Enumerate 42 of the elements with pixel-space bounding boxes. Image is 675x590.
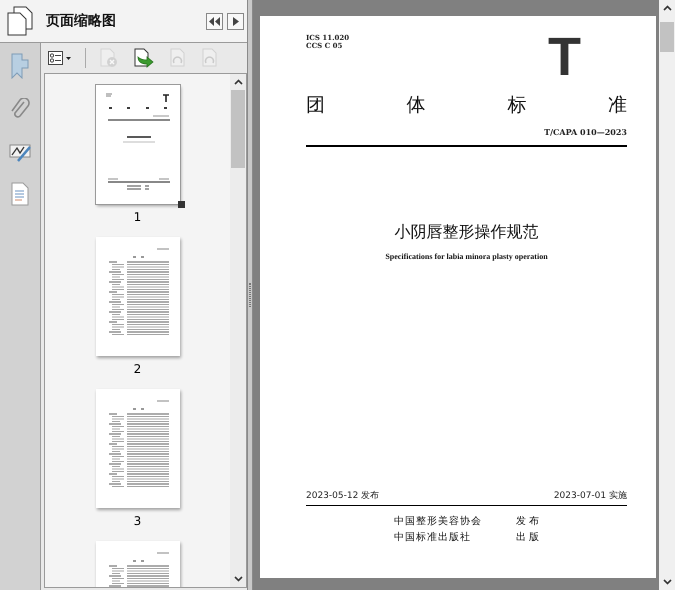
insert-button[interactable] [132,46,156,70]
effective-date: 2023-07-01 实施 [554,490,627,502]
heading-character: 准 [608,94,627,116]
scroll-down-icon[interactable] [234,576,242,582]
scrollbar-thumb[interactable] [660,22,674,52]
panel-title: 页面缩略图 [46,12,116,30]
page-rotate-icon [169,48,187,68]
collapse-panel-button[interactable] [206,12,223,30]
heading-character: 体 [406,94,426,116]
page-delete-icon [99,48,119,68]
heading-character: 标 [507,94,526,116]
expand-panel-button[interactable] [227,12,244,30]
document-icon[interactable] [11,182,29,206]
publisher-role: 出 版 [516,532,540,543]
standard-logo: T [548,34,581,80]
heading-character: 团 [306,94,325,116]
page-number: 3 [134,513,142,529]
scroll-down-icon[interactable] [662,579,672,585]
scrollbar-thumb[interactable] [231,90,245,168]
document-subtitle: Specifications for labia minora plasty operation [385,252,548,262]
scroll-up-icon[interactable] [662,5,672,11]
right-arrow-icon [232,16,238,26]
page-insert-icon [133,48,155,68]
page-number: 1 [134,209,142,225]
resize-handle[interactable] [178,201,184,208]
scrollbar[interactable] [659,0,675,590]
issue-date: 2023-05-12 发布 [306,490,380,502]
double-left-arrow-icon [209,16,220,26]
page-thumbnail[interactable] [96,85,180,204]
pages-icon [7,6,33,36]
page-number: 2 [134,361,142,377]
scroll-up-icon[interactable] [234,79,242,85]
publisher-role: 发 布 [516,516,540,527]
page-rotate-icon [201,48,219,68]
scrollbar[interactable] [230,74,246,587]
page-thumbnail[interactable] [96,237,180,356]
publisher-name: 中国标准出版社 [394,532,472,543]
document-title: 小阴唇整形操作规范 [394,222,538,240]
standard-number: T/CAPA 010—2023 [544,127,627,137]
publisher-name: 中国整形美容协会 [394,516,483,527]
list-options-icon [48,51,72,65]
page-thumbnail[interactable] [96,389,180,508]
